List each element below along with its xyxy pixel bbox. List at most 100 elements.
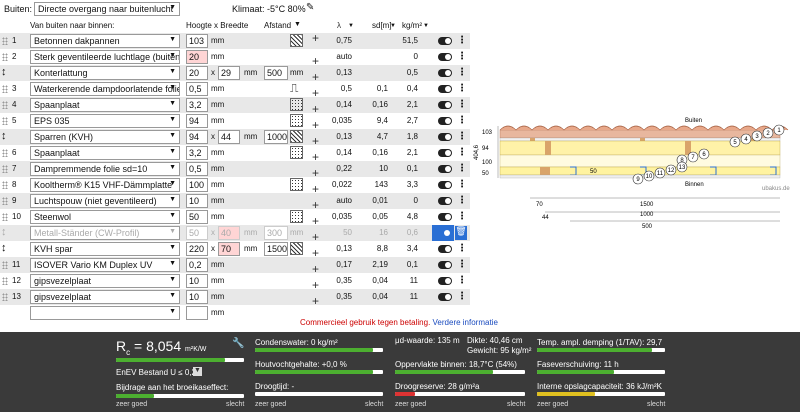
buiten-select[interactable]: Directe overgang naar buitenlucht ▼ — [34, 2, 180, 16]
material-select[interactable]: ISOVER Vario KM Duplex UV ▼ — [30, 258, 180, 272]
toggle-switch[interactable] — [438, 213, 452, 221]
height-input[interactable]: 103 — [186, 34, 208, 48]
more-options-icon[interactable]: ⋮ — [457, 291, 467, 302]
layer-row[interactable]: 9 Luchtspouw (niet geventileerd) ▼ 10 mm + aut… — [0, 193, 470, 212]
drag-handle-icon[interactable] — [2, 197, 8, 205]
more-options-icon[interactable]: ⋮ — [457, 259, 467, 270]
width-input[interactable]: 29 — [218, 66, 240, 80]
material-pattern-icon[interactable] — [290, 114, 303, 127]
material-select[interactable]: Sterk geventileerde luchtlage (buiten) ▼ — [30, 50, 180, 64]
more-options-icon[interactable]: ⋮ — [457, 35, 467, 46]
more-options-icon[interactable]: ⋮ — [457, 147, 467, 158]
resize-vertical-icon[interactable]: ↕ — [1, 130, 7, 142]
more-options-icon[interactable]: ⋮ — [457, 243, 467, 254]
width-input[interactable]: 70 — [218, 242, 240, 256]
layer-row[interactable]: 8 Kooltherm® K15 VHF-Dämmplatte ▼ 100 mm +0,0… — [0, 177, 470, 196]
layer-row[interactable]: 1 Betonnen dakpannen ▼ 103 mm +0,75 51,5 ⋮ — [0, 31, 470, 49]
height-input[interactable]: 10 — [186, 290, 208, 304]
more-options-icon[interactable]: ⋮ — [457, 83, 467, 94]
toggle-switch[interactable] — [438, 277, 452, 285]
toggle-switch[interactable] — [438, 117, 452, 125]
height-input[interactable]: 100 — [186, 178, 208, 192]
material-select[interactable]: Spaanplaat ▼ — [30, 146, 180, 160]
toggle-switch[interactable] — [438, 261, 452, 269]
material-pattern-icon[interactable] — [290, 210, 303, 223]
height-input[interactable]: 20 — [186, 50, 208, 64]
toggle-switch[interactable] — [438, 69, 452, 77]
toggle-switch[interactable] — [438, 181, 452, 189]
toggle-switch[interactable] — [438, 37, 452, 45]
height-input[interactable] — [186, 306, 208, 320]
more-options-icon[interactable]: ⋮ — [457, 67, 467, 78]
resize-vertical-icon[interactable]: ↕ — [1, 226, 7, 238]
layer-row[interactable]: ↕ Konterlattung ▼ 20 x 29 mm 500 mm +0,13 0,5 ⋮ — [0, 65, 470, 84]
layer-row[interactable]: 13 gipsvezelplaat ▼ 10 mm +0,35 0,04 11 ⋮ — [0, 289, 470, 308]
height-input[interactable]: 20 — [186, 66, 208, 80]
material-select[interactable]: Waterkerende dampdoorlatende folie ▼ — [30, 82, 180, 96]
height-input[interactable]: 94 — [186, 114, 208, 128]
drag-handle-icon[interactable] — [2, 261, 8, 269]
layer-row[interactable]: 10 Steenwol ▼ 50 mm +0,035 0,05 4,8 ⋮ — [0, 209, 470, 228]
klimaat-label[interactable]: Klimaat: -5°C 80% — [232, 4, 306, 14]
height-input[interactable]: 3,2 — [186, 98, 208, 112]
more-options-icon[interactable]: ⋮ — [457, 179, 467, 190]
layer-row[interactable]: ↕ Metall-Ständer (CW-Profil) ▼ 50 x 40 mm 300 mm… — [0, 225, 470, 244]
height-input[interactable]: 10 — [186, 274, 208, 288]
drag-handle-icon[interactable] — [2, 181, 8, 189]
spacing-input[interactable]: 500 — [264, 66, 288, 80]
drag-handle-icon[interactable] — [2, 277, 8, 285]
material-select[interactable]: Steenwol ▼ — [30, 210, 180, 224]
toggle-switch[interactable] — [438, 149, 452, 157]
layer-row[interactable]: ↕KVH spar▼220x70mm1500mm+0,138,83,4⋮ — [0, 241, 470, 260]
height-input[interactable]: 50 — [186, 210, 208, 224]
material-select[interactable]: KVH spar ▼ — [30, 242, 180, 256]
more-options-icon[interactable]: ⋮ — [457, 115, 467, 126]
more-options-icon[interactable]: ⋮ — [457, 275, 467, 286]
layer-row[interactable]: 5 EPS 035 ▼ 94 mm +0,035 9,4 2,7 ⋮ — [0, 113, 470, 132]
toggle-switch[interactable] — [438, 85, 452, 93]
more-options-icon[interactable]: ⋮ — [457, 195, 467, 206]
spacing-input[interactable]: 300 — [264, 226, 288, 240]
caret-down-icon[interactable]: ▼ — [348, 23, 354, 29]
layer-row[interactable]: 4 Spaanplaat ▼ 3,2 mm +0,14 0,16 2,1 ⋮ — [0, 97, 470, 116]
height-input[interactable]: 220 — [186, 242, 208, 256]
width-input[interactable]: 44 — [218, 130, 240, 144]
add-layer-icon[interactable]: + — [312, 31, 319, 45]
caret-down-icon[interactable]: ▼ — [294, 21, 301, 28]
toggle-switch[interactable] — [438, 197, 452, 205]
layer-row[interactable]: 7 Dampremmende folie sd=10 ▼ 0,5 mm +0,22 10 0,… — [0, 161, 470, 180]
height-input[interactable]: 0,5 — [186, 162, 208, 176]
material-select[interactable]: ▼ — [30, 306, 180, 320]
material-select[interactable]: Spaanplaat ▼ — [30, 98, 180, 112]
material-select[interactable]: Dampremmende folie sd=10 ▼ — [30, 162, 180, 176]
resize-vertical-icon[interactable]: ↕ — [1, 242, 7, 254]
caret-down-icon[interactable]: ▼ — [423, 23, 429, 29]
toggle-switch[interactable] — [438, 293, 452, 301]
drag-handle-icon[interactable] — [2, 165, 8, 173]
more-options-icon[interactable]: ⋮ — [457, 99, 467, 110]
more-info-link[interactable]: Verdere informatie — [433, 318, 498, 327]
material-select[interactable]: Luchtspouw (niet geventileerd) ▼ — [30, 194, 180, 208]
toggle-switch[interactable] — [432, 225, 454, 241]
material-select[interactable]: Metall-Ständer (CW-Profil) ▼ — [30, 226, 180, 240]
material-select[interactable]: gipsvezelplaat ▼ — [30, 290, 180, 304]
material-select[interactable]: gipsvezelplaat ▼ — [30, 274, 180, 288]
material-pattern-icon[interactable] — [290, 242, 303, 255]
drag-handle-icon[interactable] — [2, 293, 8, 301]
toggle-switch[interactable] — [438, 133, 452, 141]
height-input[interactable]: 3,2 — [186, 146, 208, 160]
caret-down-icon[interactable]: ▼ — [390, 23, 396, 29]
more-options-icon[interactable]: ⋮ — [457, 163, 467, 174]
spacing-input[interactable]: 1000 — [264, 130, 288, 144]
layer-row[interactable]: 11 ISOVER Vario KM Duplex UV ▼ 0,2 mm +0,17 2,… — [0, 257, 470, 276]
toggle-switch[interactable] — [438, 245, 452, 253]
height-input[interactable]: 94 — [186, 130, 208, 144]
material-pattern-icon[interactable] — [290, 178, 303, 191]
material-select[interactable]: EPS 035 ▼ — [30, 114, 180, 128]
more-options-icon[interactable]: ⋮ — [457, 211, 467, 222]
layer-row[interactable]: 2 Sterk geventileerde luchtlage (buiten) ▼… — [0, 49, 470, 68]
resize-vertical-icon[interactable]: ↕ — [1, 66, 7, 78]
drag-handle-icon[interactable] — [2, 213, 8, 221]
material-select[interactable]: Sparren (KVH) ▼ — [30, 130, 180, 144]
material-select[interactable]: Kooltherm® K15 VHF-Dämmplatte ▼ — [30, 178, 180, 192]
